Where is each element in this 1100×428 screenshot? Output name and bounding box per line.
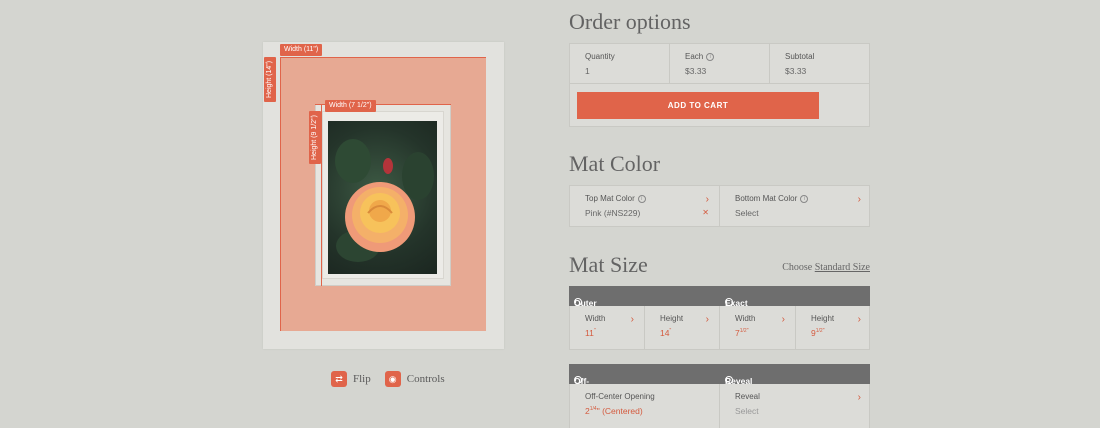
inch-mark: " — [822, 328, 825, 335]
inner-height-line — [321, 104, 322, 286]
add-to-cart-button[interactable]: ADD TO CART — [577, 92, 819, 119]
each-label-wrap: Each i — [685, 52, 754, 61]
outer-height-label: Height — [660, 314, 684, 323]
outer-width-label: Width — [585, 314, 606, 323]
mat-color-card: Top Mat Color i Pink (#NS229) › ✕ Bottom … — [569, 185, 870, 227]
eye-icon: ◉ — [384, 371, 401, 387]
info-icon[interactable]: i — [800, 194, 809, 203]
order-options-title: Order options — [569, 9, 691, 34]
opening-width-label: Width — [735, 314, 756, 323]
controls-label: Controls — [406, 373, 445, 385]
preview-actions: ⇄ Flip ◉ Controls — [331, 371, 445, 387]
top-mat-color-value: Pink (#NS229) — [585, 208, 641, 218]
each-cell: Each i $3.33 — [670, 44, 770, 83]
outer-width-line — [280, 57, 486, 58]
clear-icon[interactable]: ✕ — [702, 208, 709, 217]
quantity-cell[interactable]: Quantity 1 — [570, 44, 670, 83]
opening-height-frac: 1/2 — [815, 328, 823, 335]
info-icon[interactable]: i — [725, 298, 733, 306]
outer-height-tag: Height (14") — [264, 56, 276, 102]
info-icon[interactable]: i — [574, 376, 582, 384]
info-icon[interactable]: i — [725, 376, 733, 384]
top-mat-color-cell[interactable]: Top Mat Color i Pink (#NS229) › ✕ — [570, 186, 720, 226]
chevron-right-icon: › — [781, 314, 785, 325]
inner-width-tag: Width (7 1/2") — [325, 100, 376, 112]
outer-width-cell[interactable]: Width 11" › — [570, 306, 645, 349]
info-icon[interactable]: i — [637, 194, 646, 203]
opening-width-frac: 1/2 — [739, 328, 747, 335]
order-summary-row: Quantity 1 Each i $3.33 Subtotal $3.33 — [570, 44, 869, 84]
rose-photo — [328, 121, 437, 274]
subtotal-cell: Subtotal $3.33 — [770, 44, 871, 83]
chevron-right-icon: › — [857, 194, 861, 205]
offcenter-cell[interactable]: Off-Center Opening 21/4" (Centered) — [570, 384, 720, 428]
mat-size-header-bar: Outer sizei Exact Opening Sizei — [569, 286, 870, 328]
mat-size-title: Mat Size — [569, 252, 648, 277]
opening-width-cell[interactable]: Width 71/2" › — [720, 306, 796, 349]
chevron-right-icon: › — [705, 314, 709, 325]
outer-width-tag: Width (11") — [280, 44, 323, 56]
reveal-label: Reveal — [735, 392, 760, 401]
opening-height-cell[interactable]: Height 91/2" › — [796, 306, 871, 349]
reveal-cell[interactable]: Reveal Select › — [720, 384, 871, 428]
offcenter-frac: 1/4 — [589, 406, 597, 413]
flip-button[interactable]: ⇄ Flip — [331, 371, 371, 387]
chevron-right-icon: › — [857, 314, 861, 325]
info-icon[interactable]: i — [706, 52, 715, 61]
outer-height-cell[interactable]: Height 14" › — [645, 306, 720, 349]
offcenter-label: Off-Center Opening — [585, 392, 655, 401]
inch-mark: " — [593, 328, 596, 335]
mat-size-card: Width 11" › Height 14" › Width 71/2" › H… — [569, 306, 870, 350]
offcenter-card: Off-Center Opening 21/4" (Centered) Reve… — [569, 384, 870, 428]
choose-standard-size: Choose Standard Size — [782, 262, 870, 273]
quantity-value: 1 — [585, 66, 590, 76]
inner-height-tag: Height (9 1/2") — [309, 111, 321, 164]
reveal-value: Select — [735, 406, 759, 416]
standard-size-link[interactable]: Standard Size — [815, 262, 870, 273]
subtotal-value: $3.33 — [785, 66, 807, 76]
offcenter-value-wrap: 21/4" (Centered) — [585, 406, 704, 416]
offcenter-header-bar: Off-Center Openingi Reveali — [569, 364, 870, 406]
bottom-mat-color-cell[interactable]: Bottom Mat Color i Select › — [720, 186, 871, 226]
top-mat-label-wrap: Top Mat Color i — [585, 194, 704, 203]
quantity-label: Quantity — [585, 52, 615, 61]
chevron-right-icon: › — [630, 314, 634, 325]
flip-icon: ⇄ — [331, 371, 347, 387]
subtotal-label: Subtotal — [785, 52, 815, 61]
offcenter-suffix: " (Centered) — [596, 406, 643, 416]
outer-width-value: 11 — [585, 328, 594, 338]
top-mat-color-label: Top Mat Color — [585, 194, 635, 203]
choose-label: Choose — [782, 262, 813, 273]
chevron-right-icon: › — [705, 194, 709, 205]
mat-preview: Width (11") Height (14") Width (7 1/2") … — [263, 42, 504, 349]
chevron-right-icon: › — [857, 392, 861, 403]
rose-icon — [335, 139, 434, 262]
inch-mark: " — [669, 328, 672, 335]
bottom-mat-color-label: Bottom Mat Color — [735, 194, 798, 203]
outer-height-line — [280, 57, 281, 331]
each-label: Each — [685, 52, 704, 61]
bottom-mat-color-value: Select — [735, 208, 759, 218]
each-value: $3.33 — [685, 66, 707, 76]
mat-color-title: Mat Color — [569, 151, 661, 176]
opening-width-value-wrap: 71/2" — [735, 328, 780, 338]
outer-width-value-wrap: 11" — [585, 328, 629, 338]
controls-button[interactable]: ◉ Controls — [384, 371, 445, 387]
inch-mark: " — [746, 328, 749, 335]
flip-label: Flip — [353, 373, 371, 385]
opening-height-value-wrap: 91/2" — [811, 328, 856, 338]
bottom-mat-label-wrap: Bottom Mat Color i — [735, 194, 856, 203]
info-icon[interactable]: i — [574, 298, 582, 306]
outer-height-value-wrap: 14" — [660, 328, 704, 338]
opening-height-label: Height — [811, 314, 835, 323]
